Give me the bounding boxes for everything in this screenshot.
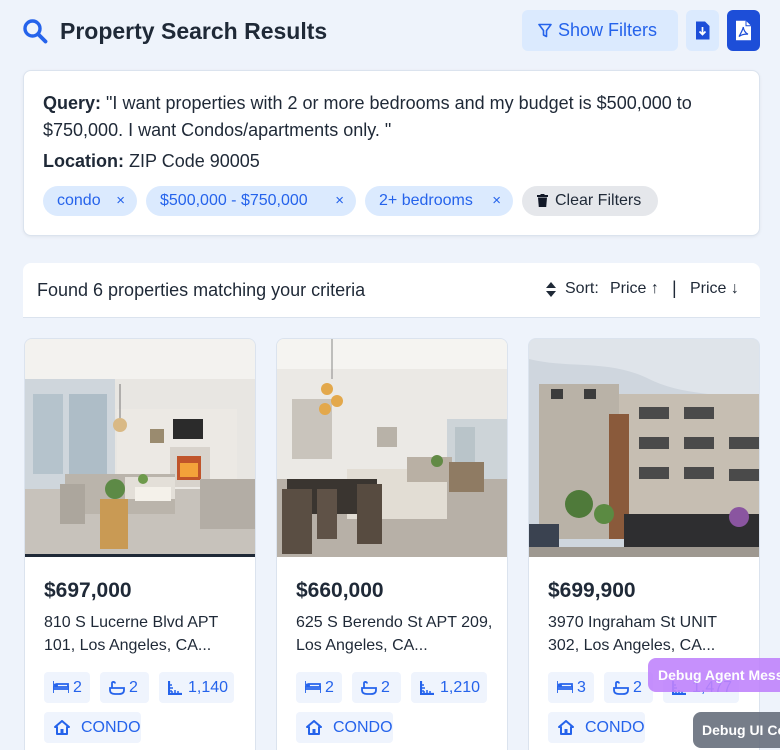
remove-filter-icon[interactable]: × (335, 186, 344, 216)
property-type: CONDO (585, 719, 645, 736)
filter-chip-condo[interactable]: condo × (43, 186, 137, 216)
property-address: 810 S Lucerne Blvd APT 101, Los Angeles,… (44, 614, 219, 654)
bed-icon (53, 681, 69, 693)
house-icon (54, 720, 70, 735)
baths-stat: 2 (352, 672, 401, 703)
baths-value: 2 (381, 679, 390, 696)
property-photo (25, 339, 255, 557)
beds-value: 2 (325, 679, 334, 696)
house-icon (558, 720, 574, 735)
results-count: Found 6 properties matching your criteri… (37, 280, 366, 300)
beds-value: 3 (577, 679, 586, 696)
sqft-value: 1,140 (188, 679, 229, 696)
property-photo (529, 339, 759, 557)
property-photo (277, 339, 507, 557)
export-pdf-button[interactable] (727, 10, 760, 51)
clear-filters-label: Clear Filters (555, 192, 642, 209)
ruler-icon (168, 681, 182, 695)
property-type-badge: CONDO (296, 712, 393, 743)
query-label: Query: (43, 93, 102, 113)
bath-icon (109, 681, 125, 695)
download-icon (696, 21, 710, 40)
sort-price-asc[interactable]: Price ↑ (610, 280, 659, 298)
query-value: "I want properties with 2 or more bedroo… (43, 93, 692, 140)
pdf-icon (736, 20, 751, 41)
show-filters-button[interactable]: Show Filters (522, 10, 678, 51)
remove-filter-icon[interactable]: × (116, 186, 125, 216)
property-type-badge: CONDO (548, 712, 645, 743)
property-address: 3970 Ingraham St UNIT 302, Los Angeles, … (548, 614, 717, 654)
debug-agent-messages-button[interactable]: Debug Agent Messages (648, 658, 780, 692)
property-card[interactable]: $697,000 810 S Lucerne Blvd APT 101, Los… (24, 338, 256, 750)
clear-filters-button[interactable]: Clear Filters (522, 186, 658, 216)
baths-value: 2 (129, 679, 138, 696)
location-value: ZIP Code 90005 (129, 151, 260, 171)
baths-stat: 2 (100, 672, 149, 703)
remove-filter-icon[interactable]: × (492, 186, 501, 216)
filter-chip-label: condo (57, 192, 101, 209)
beds-stat: 3 (548, 672, 594, 703)
property-type-badge: CONDO (44, 712, 141, 743)
property-price: $699,900 (548, 579, 636, 602)
beds-stat: 2 (296, 672, 342, 703)
house-icon (306, 720, 322, 735)
property-card[interactable]: $660,000 625 S Berendo St APT 209, Los A… (276, 338, 508, 750)
property-type: CONDO (81, 719, 141, 736)
filter-chip-label: 2+ bedrooms (379, 192, 473, 209)
property-price: $660,000 (296, 579, 384, 602)
debug-ui-button[interactable]: Debug UI Co (693, 712, 780, 748)
sqft-stat: 1,140 (159, 672, 234, 703)
filter-chip-label: $500,000 - $750,000 (160, 192, 308, 209)
baths-stat: 2 (604, 672, 653, 703)
bath-icon (613, 681, 629, 695)
page-title: Property Search Results (60, 18, 328, 44)
trash-icon (537, 194, 548, 207)
query-summary-card: Query: "I want properties with 2 or more… (23, 70, 760, 236)
bed-icon (557, 681, 573, 693)
sort-price-desc[interactable]: Price ↓ (690, 280, 739, 298)
results-toolbar: Found 6 properties matching your criteri… (23, 263, 760, 318)
beds-value: 2 (73, 679, 82, 696)
beds-stat: 2 (44, 672, 90, 703)
sort-label: Sort: (565, 280, 599, 297)
download-button[interactable] (686, 10, 719, 51)
filter-chip-bedrooms[interactable]: 2+ bedrooms × (365, 186, 513, 216)
filter-chip-price[interactable]: $500,000 - $750,000 × (146, 186, 356, 216)
ruler-icon (420, 681, 434, 695)
location-text: Location: ZIP Code 90005 (43, 148, 260, 174)
sort-icon (546, 282, 556, 297)
location-label: Location: (43, 151, 124, 171)
show-filters-label: Show Filters (558, 20, 658, 40)
search-icon (23, 19, 48, 44)
property-type: CONDO (333, 719, 393, 736)
baths-value: 2 (633, 679, 642, 696)
query-text: Query: "I want properties with 2 or more… (43, 90, 743, 144)
filter-icon (538, 23, 552, 38)
sqft-value: 1,210 (440, 679, 481, 696)
sort-separator: | (672, 278, 677, 298)
page-header: Property Search Results Show Filters (22, 10, 760, 52)
property-price: $697,000 (44, 579, 132, 602)
property-address: 625 S Berendo St APT 209, Los Angeles, C… (296, 614, 493, 654)
bath-icon (361, 681, 377, 695)
bed-icon (305, 681, 321, 693)
sqft-stat: 1,210 (411, 672, 487, 703)
